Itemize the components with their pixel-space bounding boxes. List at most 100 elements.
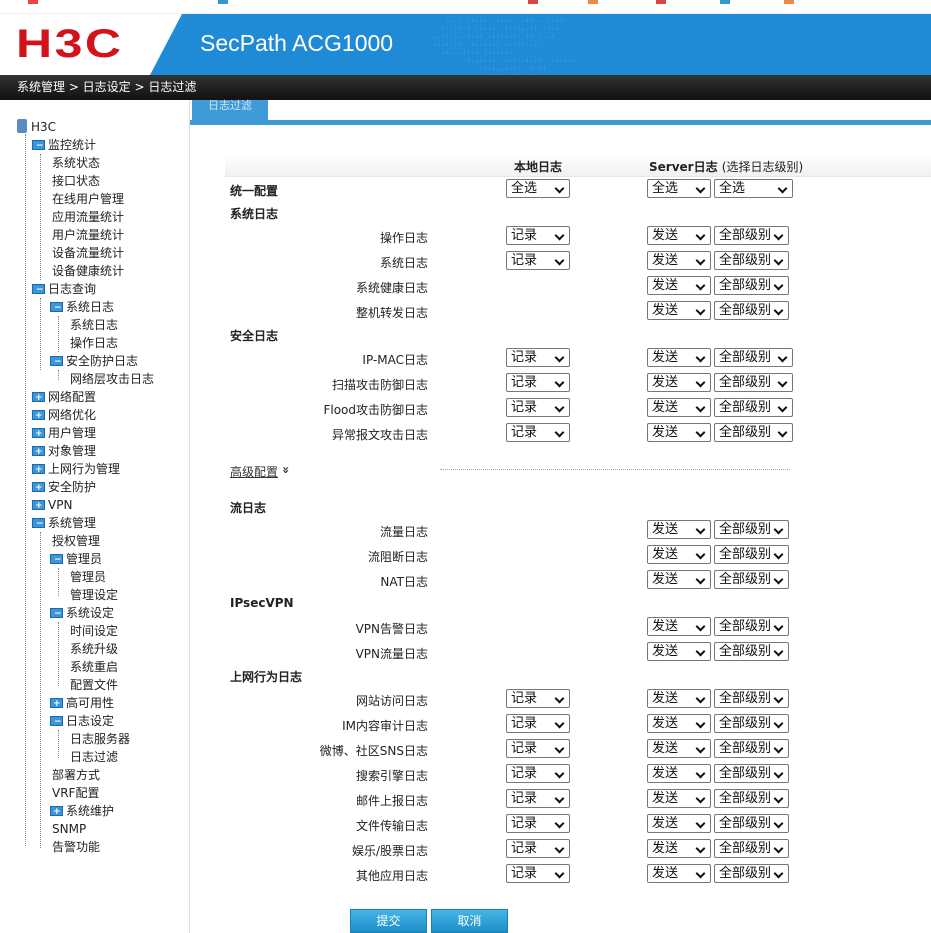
server-select[interactable]: 发送 — [647, 520, 711, 539]
level-select[interactable]: 全部级别 — [714, 520, 789, 539]
level-select[interactable]: 全部级别 — [714, 570, 789, 589]
server-select[interactable]: 发送 — [647, 789, 711, 808]
unified-server-select[interactable]: 全选 — [647, 179, 711, 198]
server-select[interactable]: 发送 — [647, 226, 711, 245]
local-select[interactable]: 记录 — [506, 764, 570, 783]
local-select[interactable]: 记录 — [506, 373, 570, 392]
local-select[interactable]: 记录 — [506, 251, 570, 270]
level-select[interactable]: 全部级别 — [714, 251, 789, 270]
tree-item-oplog[interactable]: 操作日志 — [70, 334, 118, 352]
tree-item-log-query[interactable]: 日志查询 — [32, 280, 96, 299]
level-select[interactable]: 全部级别 — [714, 714, 789, 733]
server-select[interactable]: 发送 — [647, 839, 711, 858]
local-select[interactable]: 记录 — [506, 864, 570, 883]
tree-item-admin[interactable]: 管理员 — [70, 568, 106, 586]
level-select[interactable]: 全部级别 — [714, 864, 789, 883]
tree-item-sys-setting-folder[interactable]: 系统设定 — [50, 604, 114, 623]
tree-item-sys-status[interactable]: 系统状态 — [52, 154, 100, 172]
tree-item-app-flow[interactable]: 应用流量统计 — [52, 208, 124, 226]
level-select[interactable]: 全部级别 — [714, 689, 789, 708]
tree-item-reboot[interactable]: 系统重启 — [70, 658, 118, 676]
tree-item-monitor[interactable]: 监控统计 — [32, 136, 96, 155]
local-select[interactable]: 记录 — [506, 814, 570, 833]
tree-item-admin-setting[interactable]: 管理设定 — [70, 586, 118, 604]
server-select[interactable]: 发送 — [647, 642, 711, 661]
server-select[interactable]: 发送 — [647, 423, 711, 442]
tree-item-time[interactable]: 时间设定 — [70, 622, 118, 640]
server-select[interactable]: 发送 — [647, 814, 711, 833]
server-select[interactable]: 发送 — [647, 570, 711, 589]
tree-item-log-setting-folder[interactable]: 日志设定 — [50, 712, 114, 731]
tree-item-user-flow[interactable]: 用户流量统计 — [52, 226, 124, 244]
level-select[interactable]: 全部级别 — [714, 301, 789, 320]
local-select[interactable]: 记录 — [506, 226, 570, 245]
server-select[interactable]: 发送 — [647, 545, 711, 564]
tree-item-snmp[interactable]: SNMP — [52, 820, 86, 838]
level-select[interactable]: 全部级别 — [714, 398, 793, 417]
tree-item-security[interactable]: 安全防护 — [32, 478, 96, 497]
level-select[interactable]: 全部级别 — [714, 764, 789, 783]
level-select[interactable]: 全部级别 — [714, 789, 789, 808]
tree-item-log-server[interactable]: 日志服务器 — [70, 730, 130, 748]
local-select[interactable]: 记录 — [506, 839, 570, 858]
tab-log-filter[interactable]: 日志过滤 — [192, 100, 268, 120]
server-select[interactable]: 发送 — [647, 251, 711, 270]
server-select[interactable]: 发送 — [647, 348, 711, 367]
tree-item-user-mgmt[interactable]: 用户管理 — [32, 424, 96, 443]
server-select[interactable]: 发送 — [647, 764, 711, 783]
tree-item-syslog[interactable]: 系统日志 — [70, 316, 118, 334]
double-chevron-down-icon[interactable]: » — [279, 466, 293, 474]
tree-item-upgrade[interactable]: 系统升级 — [70, 640, 118, 658]
level-select[interactable]: 全部级别 — [714, 545, 789, 564]
tree-item-dev-flow[interactable]: 设备流量统计 — [52, 244, 124, 262]
server-select[interactable]: 发送 — [647, 689, 711, 708]
local-select[interactable]: 记录 — [506, 689, 570, 708]
tree-item-vpn[interactable]: VPN — [32, 496, 72, 515]
tree-item-behavior-mgmt[interactable]: 上网行为管理 — [32, 460, 120, 479]
advanced-config-link[interactable]: 高级配置 — [230, 463, 278, 480]
local-select[interactable]: 记录 — [506, 739, 570, 758]
server-select[interactable]: 发送 — [647, 714, 711, 733]
level-select[interactable]: 全部级别 — [714, 226, 789, 245]
level-select[interactable]: 全部级别 — [714, 642, 789, 661]
level-select[interactable]: 全部级别 — [714, 276, 789, 295]
tree-item-online-users[interactable]: 在线用户管理 — [52, 190, 124, 208]
server-select[interactable]: 发送 — [647, 398, 711, 417]
local-select[interactable]: 记录 — [506, 789, 570, 808]
level-select[interactable]: 全部级别 — [714, 423, 793, 442]
tree-item-sec-log-folder[interactable]: 安全防护日志 — [50, 352, 138, 371]
tree-item-license[interactable]: 授权管理 — [52, 532, 100, 550]
tree-item-config-file[interactable]: 配置文件 — [70, 676, 118, 694]
unified-level-select[interactable]: 全选 — [714, 179, 793, 198]
tree-item-ha[interactable]: 高可用性 — [50, 694, 114, 713]
level-select[interactable]: 全部级别 — [714, 617, 789, 636]
tree-item-if-status[interactable]: 接口状态 — [52, 172, 100, 190]
submit-button[interactable]: 提交 — [350, 909, 427, 933]
tree-item-maintenance[interactable]: 系统维护 — [50, 802, 114, 821]
tree-item-netattack-log[interactable]: 网络层攻击日志 — [70, 370, 154, 388]
tree-root[interactable]: H3C — [17, 118, 56, 136]
server-select[interactable]: 发送 — [647, 276, 711, 295]
tree-item-net-config[interactable]: 网络配置 — [32, 388, 96, 407]
local-select[interactable]: 记录 — [506, 714, 570, 733]
tree-item-sys-mgmt[interactable]: 系统管理 — [32, 514, 96, 533]
tree-item-log-filter[interactable]: 日志过滤 — [70, 748, 118, 766]
cancel-button[interactable]: 取消 — [431, 909, 508, 933]
server-select[interactable]: 发送 — [647, 739, 711, 758]
tree-item-deploy[interactable]: 部署方式 — [52, 766, 100, 784]
local-select[interactable]: 记录 — [506, 348, 570, 367]
tree-item-syslog-folder[interactable]: 系统日志 — [50, 298, 114, 317]
server-select[interactable]: 发送 — [647, 301, 711, 320]
local-select[interactable]: 记录 — [506, 423, 570, 442]
tree-item-alarm[interactable]: 告警功能 — [52, 838, 100, 856]
tree-item-net-opt[interactable]: 网络优化 — [32, 406, 96, 425]
server-select[interactable]: 发送 — [647, 864, 711, 883]
level-select[interactable]: 全部级别 — [714, 348, 793, 367]
level-select[interactable]: 全部级别 — [714, 839, 789, 858]
local-select[interactable]: 记录 — [506, 398, 570, 417]
tree-item-object-mgmt[interactable]: 对象管理 — [32, 442, 96, 461]
tree-item-admin-folder[interactable]: 管理员 — [50, 550, 102, 569]
level-select[interactable]: 全部级别 — [714, 739, 789, 758]
level-select[interactable]: 全部级别 — [714, 373, 793, 392]
level-select[interactable]: 全部级别 — [714, 814, 789, 833]
